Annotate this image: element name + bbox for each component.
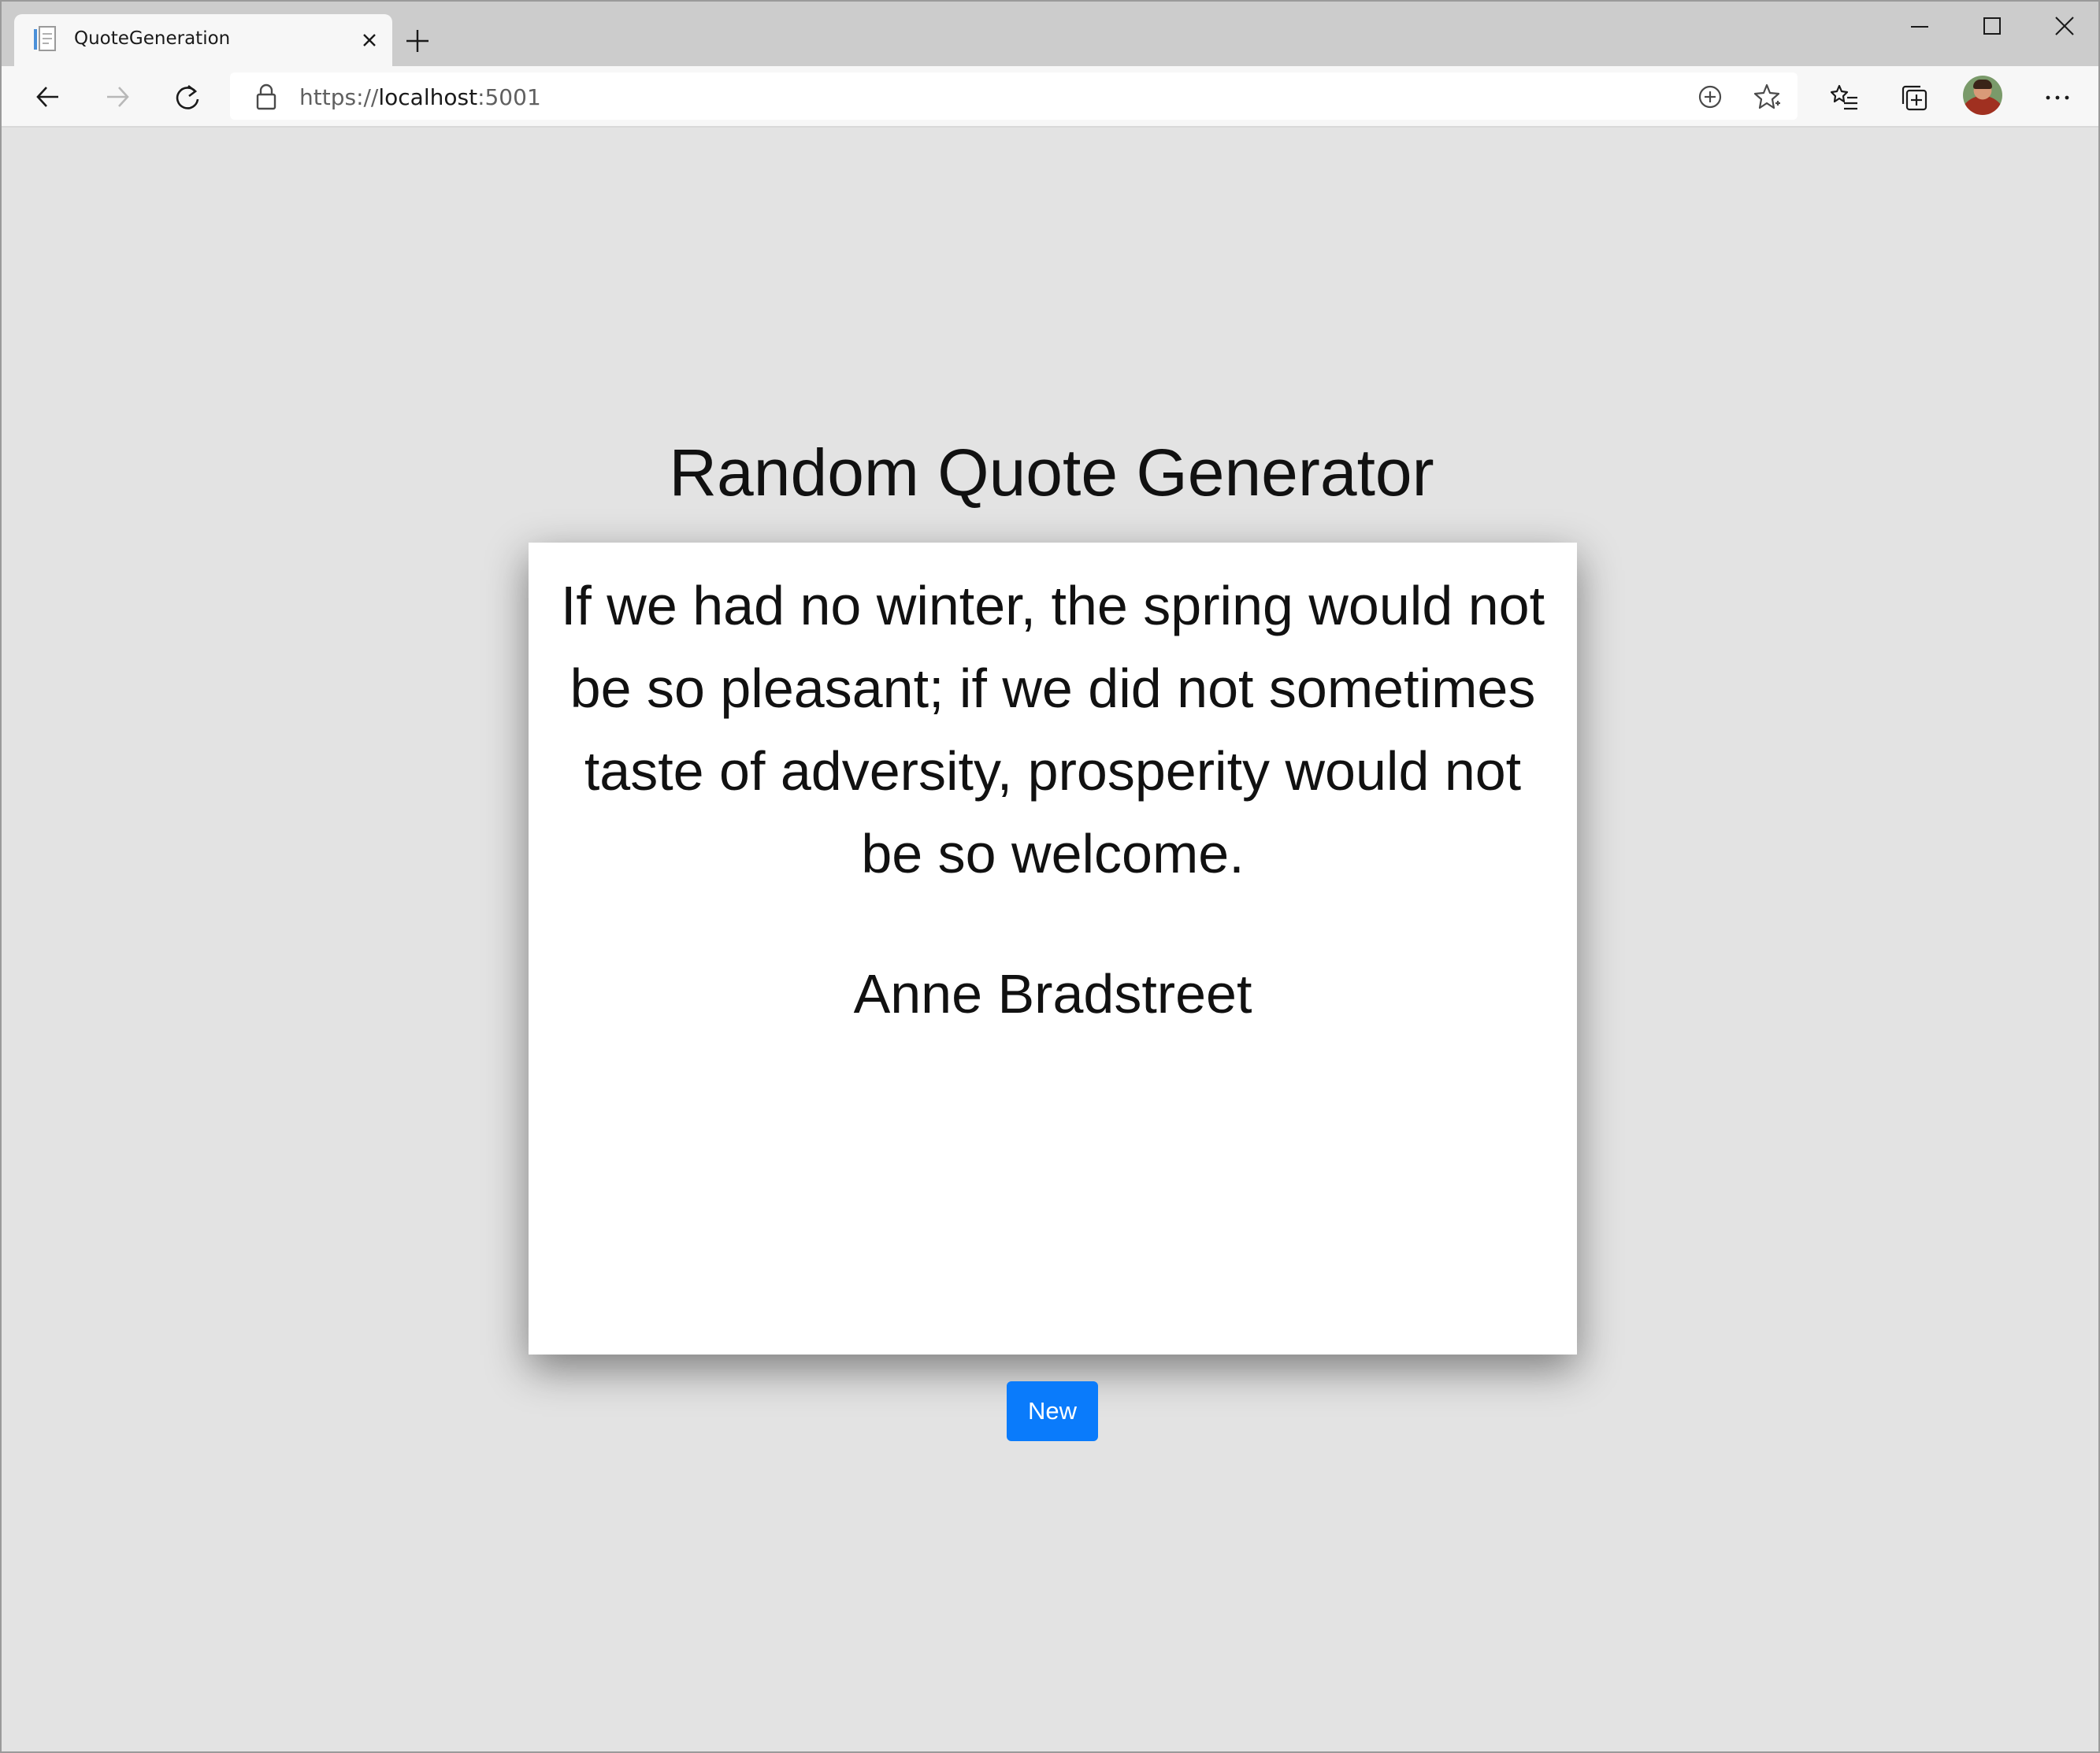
tab-quotegeneration[interactable]: QuoteGeneration bbox=[14, 14, 392, 66]
lock-icon[interactable] bbox=[254, 83, 279, 110]
close-icon[interactable] bbox=[2029, 2, 2098, 52]
tab-title: QuoteGeneration bbox=[74, 28, 231, 49]
favorites-list-icon[interactable] bbox=[1823, 76, 1865, 118]
forward-arrow-icon[interactable] bbox=[96, 76, 139, 118]
url-text[interactable]: https://localhost:5001 bbox=[299, 84, 541, 110]
avatar[interactable] bbox=[1963, 76, 2002, 115]
minimize-icon[interactable] bbox=[1884, 2, 1957, 52]
page-icon bbox=[33, 26, 58, 53]
page-title: Random Quote Generator bbox=[669, 435, 1434, 510]
collections-icon[interactable] bbox=[1892, 76, 1935, 118]
address-bar[interactable]: https://localhost:5001 bbox=[230, 72, 1798, 120]
browser-toolbar: https://localhost:5001 bbox=[2, 66, 2098, 128]
close-icon[interactable] bbox=[358, 28, 381, 52]
page-viewport: Random Quote Generator If we had no wint… bbox=[2, 128, 2098, 1751]
refresh-icon[interactable] bbox=[165, 76, 208, 118]
tab-strip: QuoteGeneration bbox=[2, 2, 2098, 66]
more-dots-icon[interactable] bbox=[2035, 76, 2078, 118]
add-circle-icon[interactable] bbox=[1695, 82, 1725, 112]
url-scheme: https:// bbox=[299, 84, 379, 110]
new-quote-button[interactable]: New bbox=[1007, 1381, 1098, 1441]
star-add-icon[interactable] bbox=[1752, 82, 1782, 112]
url-port: :5001 bbox=[477, 84, 541, 110]
browser-window: QuoteGeneration https://localhost:5001 R… bbox=[0, 0, 2100, 1753]
quote-text: If we had no winter, the spring would no… bbox=[560, 575, 1545, 884]
plus-icon[interactable] bbox=[402, 25, 433, 57]
quote-card: If we had no winter, the spring would no… bbox=[529, 543, 1577, 1355]
back-arrow-icon[interactable] bbox=[27, 76, 69, 118]
quote-author: Anne Bradstreet bbox=[853, 963, 1252, 1025]
url-host: localhost bbox=[378, 84, 478, 110]
maximize-icon[interactable] bbox=[1957, 2, 2029, 52]
